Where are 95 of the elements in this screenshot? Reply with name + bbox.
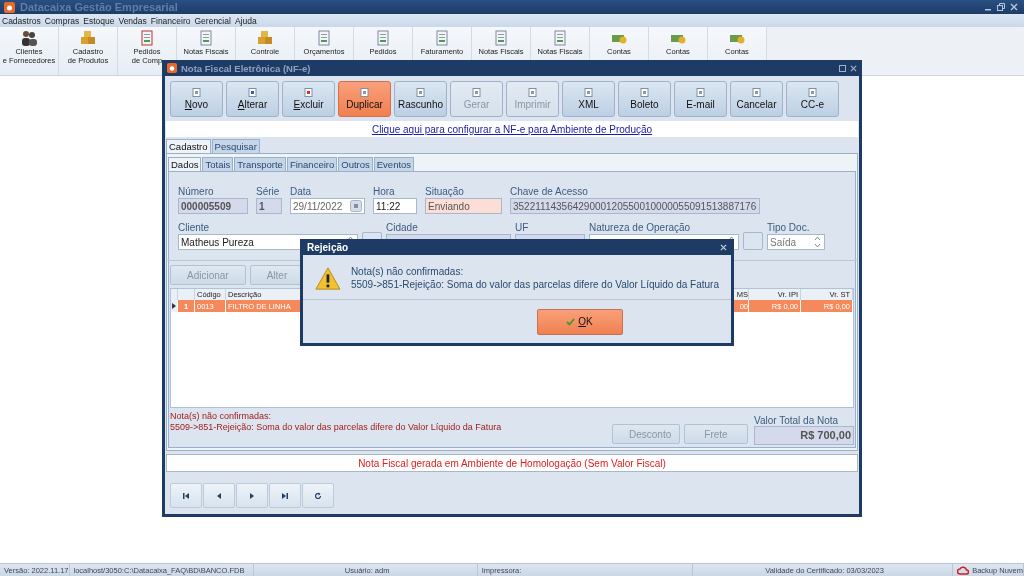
dialog-message: 5509->851-Rejeição: Soma do valor das parcelas difere do Valor Líquido da Fatura [350,278,719,291]
tab[interactable]: Financeiro [286,157,338,171]
toolbar-button[interactable]: CC-e [786,81,839,117]
total-value: R$ 700,00 [754,426,854,445]
field-label: Chave de Acesso [510,186,589,198]
toolbar-button[interactable]: Alterar [226,81,279,117]
field-label: Número [178,186,215,198]
close-icon[interactable] [720,243,727,251]
field-label: Hora [373,186,396,198]
input-field[interactable]: 29/11/2022 [290,198,365,214]
tab[interactable]: Outros [338,157,373,171]
document-icon [316,30,332,46]
document-icon [304,88,313,97]
app-logo-icon [4,1,15,13]
menu-item[interactable]: Ajuda [234,15,257,26]
toolbar-button[interactable]: Excluir [282,81,335,117]
window-title: Datacaixa Gestão Empresarial [20,1,178,13]
people-icon [21,30,37,46]
field-label: Cidade [386,222,419,234]
input-field[interactable]: Enviando [425,198,502,214]
input-field[interactable]: 35221114356429000120550010000055091513887176 [510,198,760,214]
dialog-message: Nota(s) não confirmadas: [350,265,465,278]
environment-notice: Nota Fiscal gerada em Ambiente de Homologação (Sem Valor Fiscal) [358,457,666,469]
document-icon [640,88,649,97]
tab[interactable]: Totais [202,157,234,171]
input-field[interactable]: 11:22 [373,198,417,214]
field-label: Data [290,186,313,198]
boxes-icon [80,30,96,46]
menu-item[interactable]: Financeiro [150,15,191,26]
toolbar-button[interactable]: Rascunho [394,81,447,117]
dialog-title: Rejeição [307,241,349,253]
menu-item[interactable]: Compras [44,15,80,26]
document-icon [696,88,705,97]
toolbar-button[interactable]: Boleto [618,81,671,117]
restore-icon[interactable] [997,3,1005,11]
document-icon [472,88,481,97]
first-record-button[interactable] [170,483,202,508]
toolbar-button[interactable]: Cancelar [730,81,783,117]
document-icon [528,88,537,97]
document-icon [198,30,214,46]
document-icon [552,30,568,46]
first-icon [182,491,190,500]
menu-item[interactable]: Cadastros [2,15,41,26]
field-label: Cliente [178,222,211,234]
document-icon [434,30,450,46]
close-icon[interactable] [850,64,857,72]
field-label: Tipo Doc. [767,222,811,234]
check-icon [566,317,576,326]
document-icon [752,88,761,97]
menu-item[interactable]: Estoque [83,15,115,26]
toolbar-button[interactable]: E-mail [674,81,727,117]
total-label: Valor Total da Nota [754,415,840,426]
refresh-button[interactable] [302,483,334,508]
last-record-button[interactable] [269,483,301,508]
calendar-icon[interactable] [350,200,362,212]
document-icon [360,88,369,97]
document-icon [375,30,391,46]
warning-icon [315,265,341,291]
tab[interactable]: Eventos [373,157,415,171]
menu-item[interactable]: Gerencial [194,15,231,26]
document-icon [584,88,593,97]
ok-button[interactable]: OK [536,308,623,335]
error-message: 5509->851-Rejeição: Soma do valor das parcelas difere do Valor Líquido da Fatura [170,422,503,433]
input-field[interactable]: 1 [256,198,282,214]
toolbar-button[interactable]: XML [562,81,615,117]
field-label: Situação [425,186,465,198]
field-label: UF [515,222,530,234]
maximize-icon[interactable] [839,64,846,72]
cloud-icon [957,565,970,575]
boxes-icon [257,30,273,46]
row-pointer-icon [172,302,176,309]
toolbar-button[interactable]: Duplicar [338,81,391,117]
document-icon [493,30,509,46]
document-icon [248,88,257,97]
document-icon [416,88,425,97]
refresh-icon [314,491,322,500]
toolbar-button[interactable]: Novo [170,81,223,117]
field-label: Série [256,186,281,198]
document-icon [808,88,817,97]
tab[interactable]: Dados [168,157,202,171]
last-icon [281,491,289,500]
document-icon [192,88,201,97]
right-arrow-icon [248,491,256,500]
tab[interactable]: Pesquisar [211,139,260,153]
tab[interactable]: Transporte [234,157,286,171]
input-field[interactable]: 000005509 [178,198,248,214]
document-icon [139,30,155,46]
dropdown[interactable]: Saída [767,234,825,250]
app-logo-icon [167,63,177,73]
left-arrow-icon [215,491,223,500]
menu-item[interactable]: Vendas [118,15,147,26]
close-icon[interactable] [1010,3,1018,11]
field-label: Natureza de Operação [589,222,692,234]
tab[interactable]: Cadastro [166,139,211,153]
error-message: Nota(s) não confirmadas: [170,411,273,422]
